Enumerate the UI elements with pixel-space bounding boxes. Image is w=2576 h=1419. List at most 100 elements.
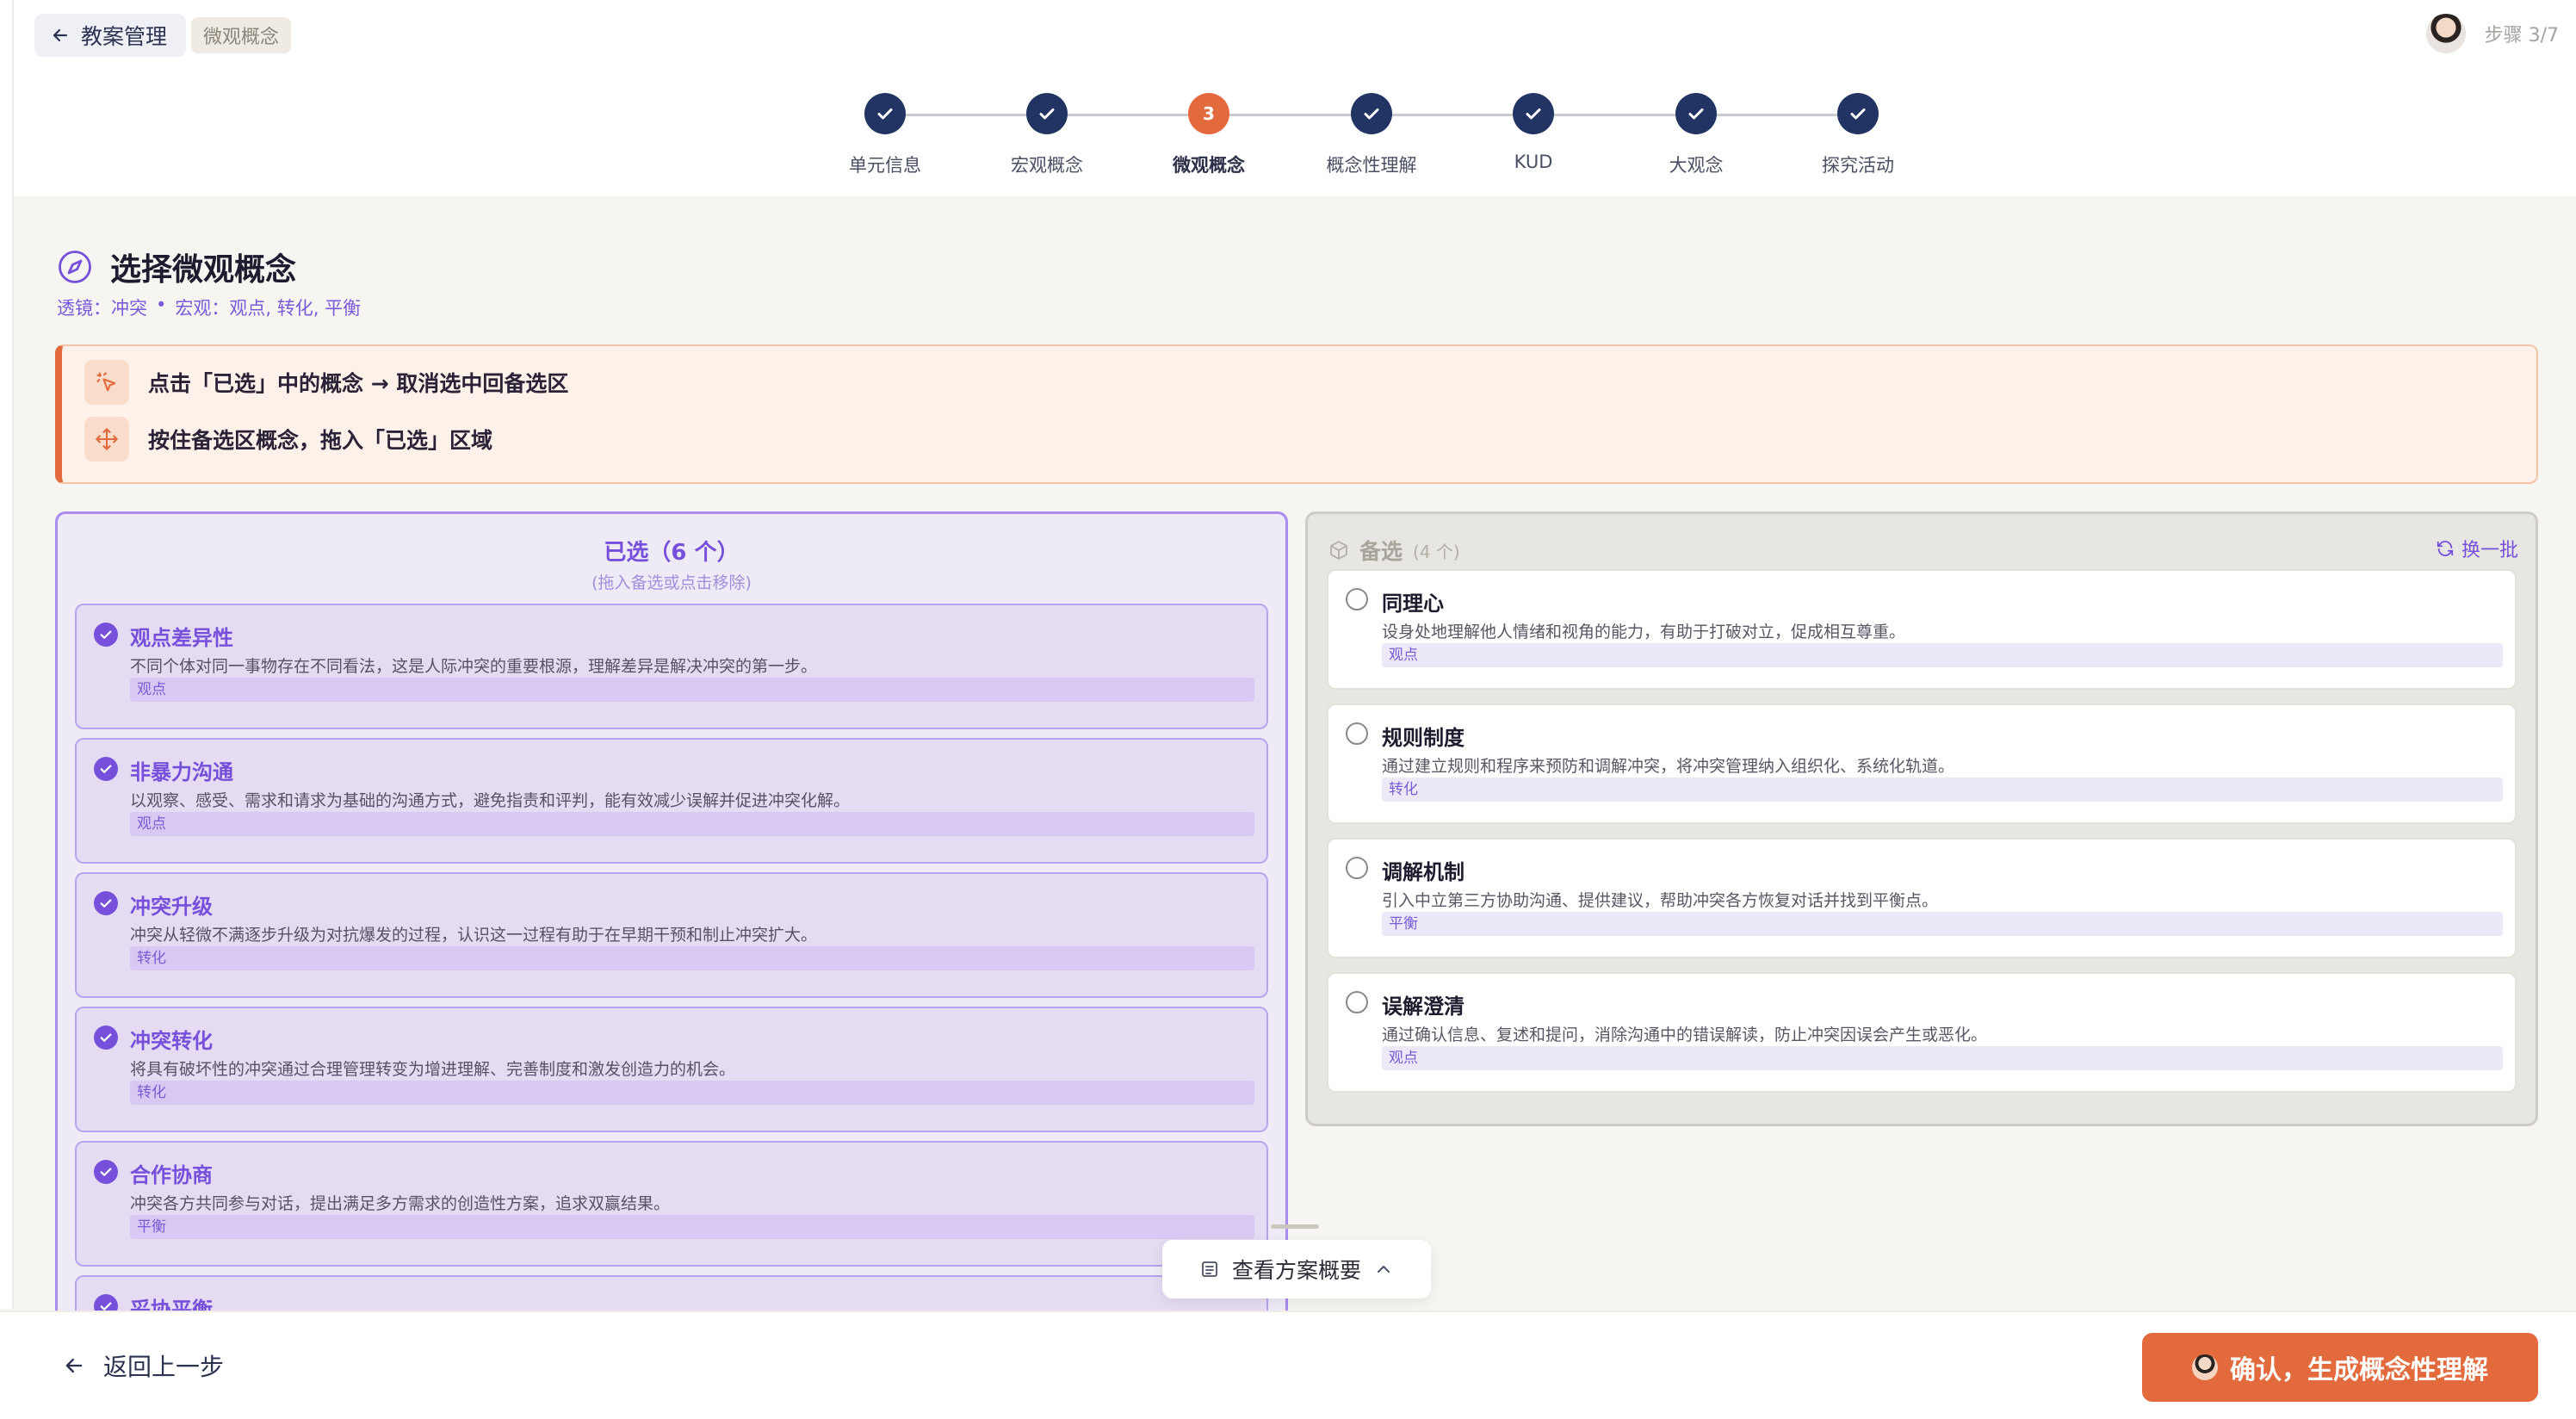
concept-description: 引入中立第三方协助沟通、提供建议，帮助冲突各方恢复对话并找到平衡点。 (1382, 891, 1939, 910)
concept-description: 冲突从轻微不满逐步升级为对抗爆发的过程，认识这一过程有助于在早期干预和制止冲突扩… (130, 926, 818, 945)
concept-description: 通过确认信息、复述和提问，消除沟通中的错误解读，防止冲突因误会产生或恶化。 (1382, 1026, 1988, 1044)
move-icon (84, 417, 129, 462)
concept-tag: 平衡 (130, 1215, 1254, 1239)
concept-title: 合作协商 (130, 1163, 213, 1187)
concept-title: 规则制度 (1382, 726, 1464, 750)
concept-description: 通过建立规则和程序来预防和调解冲突，将冲突管理纳入组织化、系统化轨道。 (1382, 757, 1955, 776)
step-2[interactable]: 宏观概念 (978, 93, 1116, 177)
check-circle-icon (94, 757, 118, 781)
selected-header: 已选（6 个） (拖入备选或点击移除) (58, 514, 1285, 593)
footer: 返回上一步 确认，生成概念性理解 (0, 1311, 2576, 1419)
tip-drag-text: 按住备选区概念，拖入「已选」区域 (148, 428, 493, 453)
view-overview-button[interactable]: 查看方案概要 (1162, 1240, 1431, 1298)
check-icon (1837, 93, 1879, 134)
selected-hint: (拖入备选或点击移除) (591, 573, 752, 592)
concept-title: 同理心 (1382, 592, 1444, 616)
check-icon (1513, 93, 1554, 134)
concept-title: 误解澄清 (1382, 995, 1464, 1019)
selected-concept-card[interactable]: 观点差异性 不同个体对同一事物存在不同看法，这是人际冲突的重要根源，理解差异是解决… (75, 604, 1268, 729)
confirm-label: 确认，生成概念性理解 (2230, 1355, 2488, 1385)
concept-tag: 转化 (130, 1081, 1254, 1105)
selected-concept-card[interactable]: 非暴力沟通以观察、感受、需求和请求为基础的沟通方式，避免指责和评判，能有效减少误… (75, 738, 1268, 864)
page-title: 选择微观概念 (110, 252, 297, 288)
radio-circle-icon[interactable] (1346, 588, 1368, 610)
selected-concept-card[interactable]: 冲突转化将具有破坏性的冲突通过合理管理转变为增进理解、完善制度和激发创造力的机会… (75, 1007, 1268, 1132)
concept-title: 调解机制 (1382, 860, 1464, 884)
candidate-concept-card[interactable]: 调解机制引入中立第三方协助沟通、提供建议，帮助冲突各方恢复对话并找到平衡点。平衡 (1327, 838, 2517, 958)
check-circle-icon (94, 1026, 118, 1050)
avatar[interactable] (2425, 14, 2466, 53)
step-label: 单元信息 (849, 155, 921, 176)
step-7[interactable]: 探究活动 (1789, 93, 1927, 177)
box-icon (1330, 541, 1347, 560)
step-label: 宏观概念 (1011, 155, 1083, 176)
radio-circle-icon[interactable] (1346, 991, 1368, 1013)
refresh-batch-button[interactable]: 换一批 (2436, 535, 2518, 562)
arrow-left-icon (53, 28, 68, 42)
concept-description: 将具有破坏性的冲突通过合理管理转变为增进理解、完善制度和激发创造力的机会。 (130, 1060, 736, 1079)
selected-panel[interactable]: 已选（6 个） (拖入备选或点击移除) 观点差异性 不同个体对同一事物存在不同看法… (55, 511, 1288, 1373)
concept-description: 设身处地理解他人情绪和视角的能力，有助于打破对立，促成相互尊重。 (1382, 623, 1906, 641)
refresh-icon (2437, 541, 2454, 556)
step-label: 微观概念 (1173, 155, 1245, 176)
concept-tag: 观点 (130, 812, 1254, 836)
chevron-up-icon (1378, 1266, 1390, 1273)
concept-description: 冲突各方共同参与对话，提出满足多方需求的创造性方案，追求双赢结果。 (130, 1194, 671, 1213)
overview-label: 查看方案概要 (1231, 1258, 1361, 1283)
pointer-click-icon (84, 360, 129, 405)
drag-handle[interactable] (1271, 1224, 1319, 1229)
candidate-header: 备选 (4 个) (1328, 535, 1460, 566)
step-label: KUD (1514, 152, 1553, 172)
previous-step-button[interactable]: 返回上一步 (62, 1348, 224, 1383)
concept-tag: 转化 (130, 946, 1254, 970)
back-to-lesson-plans-button[interactable]: 教案管理 (34, 14, 187, 57)
subtitle-separator: • (156, 294, 167, 315)
step-label: 概念性理解 (1326, 155, 1417, 176)
step-5[interactable]: KUD (1464, 93, 1602, 172)
candidate-title: 备选 (1359, 539, 1403, 564)
subtitle-lens: 透镜：冲突 (57, 298, 147, 319)
candidate-panel[interactable]: 备选 (4 个) 换一批 同理心设身处地理解他人情绪和视角的能力，有助于打破对立… (1305, 511, 2538, 1126)
arrow-left-icon (65, 1358, 83, 1373)
concept-title: 非暴力沟通 (130, 760, 233, 784)
candidate-count: (4 个) (1413, 541, 1460, 562)
candidate-concept-card[interactable]: 误解澄清通过确认信息、复述和提问，消除沟通中的错误解读，防止冲突因误会产生或恶化… (1327, 972, 2517, 1093)
concept-description: 以观察、感受、需求和请求为基础的沟通方式，避免指责和评判，能有效减少误解并促进冲… (130, 791, 851, 810)
assistant-avatar-icon (2192, 1354, 2218, 1380)
concept-tag: 转化 (1382, 778, 2503, 802)
check-icon (1675, 93, 1717, 134)
tip-click: 点击「已选」中的概念 → 取消选中回备选区 (84, 360, 568, 405)
candidate-concept-card[interactable]: 同理心 设身处地理解他人情绪和视角的能力，有助于打破对立，促成相互尊重。 观点 (1327, 569, 2517, 690)
subtitle-macro: 宏观：观点, 转化, 平衡 (175, 298, 362, 319)
stepper: 单元信息 宏观概念 3 微观概念 概念性理解 KUD 大观念 探究活动 (14, 93, 2576, 179)
tips-banner: 点击「已选」中的概念 → 取消选中回备选区 按住备选区概念，拖入「已选」区域 (55, 344, 2538, 484)
breadcrumb-tag: 微观概念 (191, 17, 292, 53)
step-1[interactable]: 单元信息 (816, 93, 954, 177)
check-circle-icon (94, 623, 118, 647)
step-number-badge: 3 (1188, 93, 1229, 134)
confirm-generate-button[interactable]: 确认，生成概念性理解 (2142, 1333, 2538, 1402)
radio-circle-icon[interactable] (1346, 722, 1368, 745)
step-label: 探究活动 (1822, 155, 1894, 176)
check-circle-icon (94, 891, 118, 915)
document-list-icon (1202, 1261, 1217, 1277)
concept-title: 冲突升级 (130, 895, 213, 919)
step-6[interactable]: 大观念 (1627, 93, 1765, 177)
previous-step-label: 返回上一步 (103, 1353, 225, 1381)
tip-click-text: 点击「已选」中的概念 → 取消选中回备选区 (148, 371, 569, 396)
selected-concept-card[interactable]: 冲突升级冲突从轻微不满逐步升级为对抗爆发的过程，认识这一过程有助于在早期干预和制… (75, 872, 1268, 998)
concept-title: 冲突转化 (130, 1029, 213, 1053)
left-rail (0, 0, 14, 1309)
concept-tag: 观点 (130, 678, 1254, 702)
candidate-concept-card[interactable]: 规则制度通过建立规则和程序来预防和调解冲突，将冲突管理纳入组织化、系统化轨道。转… (1327, 703, 2517, 824)
refresh-label: 换一批 (2461, 540, 2518, 561)
radio-circle-icon[interactable] (1346, 857, 1368, 879)
header: 教案管理 微观概念 步骤 3/7 单元信息 宏观概念 3 微观概念 概念性理解 KUD 大观… (14, 0, 2576, 196)
step-3[interactable]: 3 微观概念 (1140, 93, 1278, 177)
selected-concept-card[interactable]: 合作协商冲突各方共同参与对话，提出满足多方需求的创造性方案，追求双赢结果。平衡 (75, 1141, 1268, 1267)
concept-tag: 平衡 (1382, 912, 2503, 936)
selected-title: 已选（6 个） (604, 540, 740, 566)
concept-title: 观点差异性 (130, 626, 233, 650)
page-title-row: 选择微观概念 (57, 245, 296, 289)
step-4[interactable]: 概念性理解 (1303, 93, 1440, 177)
